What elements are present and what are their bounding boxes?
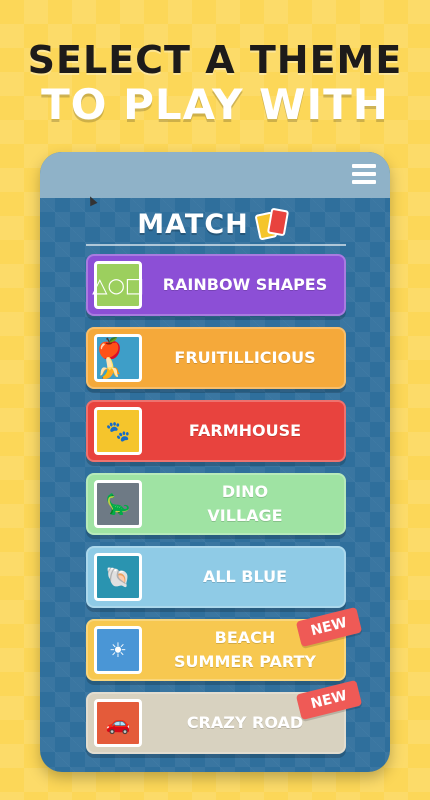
theme-label: FRUITILLICIOUS <box>174 348 316 367</box>
phone-screen: MATCH △○□ RAINBOW SHAPES 🍎🍌 FRUITILLICIO… <box>40 152 390 772</box>
fruit-icon: 🍎🍌 <box>94 334 142 382</box>
theme-all-blue[interactable]: 🐚 ALL BLUE <box>86 546 346 608</box>
headline-select-a-theme: SELECT A THEME <box>27 38 403 82</box>
hamburger-menu-icon[interactable] <box>352 164 376 184</box>
headline-to-play-with: TO PLAY WITH <box>41 80 389 129</box>
app-title: MATCH <box>137 208 249 240</box>
cards-logo-icon <box>253 207 293 241</box>
theme-label: DINO VILLAGE <box>207 482 283 525</box>
app-title-row: MATCH <box>40 204 390 244</box>
theme-label: RAINBOW SHAPES <box>162 275 328 294</box>
dinosaur-icon: 🦕 <box>94 480 142 528</box>
beach-sun-icon: ☀ <box>94 626 142 674</box>
theme-label: FARMHOUSE <box>188 421 302 440</box>
theme-label: ALL BLUE <box>202 567 288 586</box>
shapes-icon: △○□ <box>92 261 144 309</box>
theme-fruitillicious[interactable]: 🍎🍌 FRUITILLICIOUS <box>86 327 346 389</box>
sea-shells-icon: 🐚 <box>94 553 142 601</box>
title-divider <box>86 244 346 246</box>
theme-rainbow-shapes[interactable]: △○□ RAINBOW SHAPES <box>86 254 346 316</box>
theme-farmhouse[interactable]: 🐾 FARMHOUSE <box>86 400 346 462</box>
paw-prints-icon: 🐾 <box>94 407 142 455</box>
vehicles-icon: 🚗 <box>94 699 142 747</box>
theme-dino-village[interactable]: 🦕 DINO VILLAGE <box>86 473 346 535</box>
top-bar <box>40 152 390 198</box>
